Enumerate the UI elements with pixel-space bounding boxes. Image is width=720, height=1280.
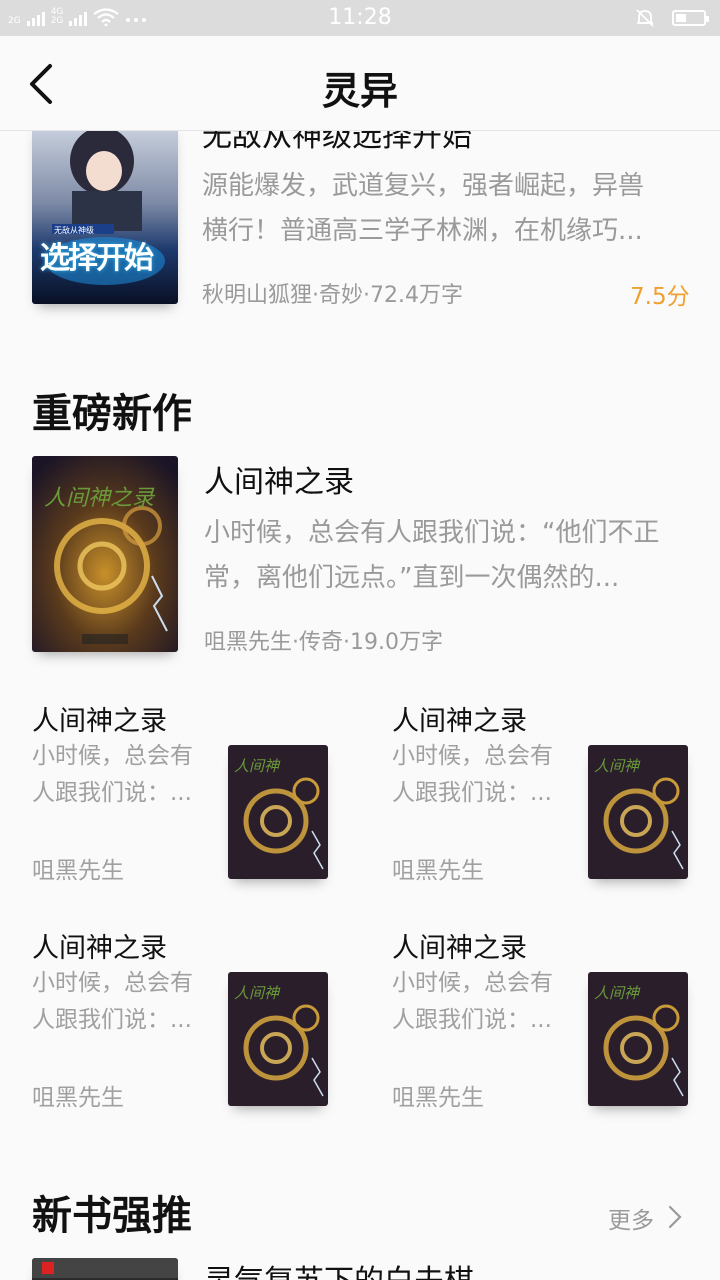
book-title: 无敌从神级选择开始	[202, 131, 472, 154]
book-cover[interactable]: 无敌从神级 选择开始	[32, 131, 178, 304]
featured-book-meta: 咀黑先生·传奇·19.0万字	[204, 630, 443, 655]
grid-book-author: 咀黑先生	[392, 858, 484, 884]
grid-book-desc-line2: 人跟我们说：...	[392, 780, 552, 806]
book-title: 灵气复苏下的白夫棋	[204, 1256, 474, 1280]
cover-art-image	[32, 131, 178, 304]
section-title-new-releases: 重磅新作	[32, 390, 192, 437]
grid-book-title: 人间神之录	[32, 933, 167, 964]
svg-text:人间神: 人间神	[234, 984, 281, 1002]
featured-book-title: 人间神之录	[204, 465, 354, 500]
grid-book-author: 咀黑先生	[32, 1085, 124, 1111]
grid-book-cover[interactable]: 人间神	[588, 745, 688, 879]
cover-art-image: 人间神	[588, 972, 688, 1106]
section-title-new-book-push: 新书强推	[32, 1192, 192, 1239]
grid-book-cover[interactable]: 人间神	[228, 972, 328, 1106]
cover-title: 人间神之录	[44, 486, 155, 511]
page-title: 灵异	[321, 68, 398, 113]
status-bar: 2G 4G 2G 11:28	[0, 0, 720, 36]
grid-book-cover[interactable]: 人间神	[588, 972, 688, 1106]
more-link[interactable]: 更多	[608, 1199, 688, 1235]
featured-desc-line1: 小时候，总会有人跟我们说：“他们不正	[204, 518, 660, 548]
cover-art-image: 人间神	[228, 745, 328, 879]
book-desc-line1: 源能爆发，武道复兴，强者崛起，异兽	[202, 171, 645, 201]
more-label: 更多	[608, 1208, 654, 1234]
cover-art-image: 人间神	[588, 745, 688, 879]
featured-desc-line2: 常，离他们远点。”直到一次偶然的...	[204, 563, 620, 593]
content-area[interactable]: 无敌从神级 选择开始 无敌从神级选择开始 源能爆发，武道复兴，强者崛起，异兽 横…	[0, 131, 720, 1280]
status-time: 11:28	[328, 5, 392, 30]
chevron-right-icon	[668, 1205, 682, 1229]
grid-book-title: 人间神之录	[32, 706, 167, 737]
grid-book-desc-line1: 小时候，总会有	[392, 970, 553, 996]
book-score: 7.5分	[630, 284, 690, 310]
grid-book-desc-line1: 小时候，总会有	[392, 743, 553, 769]
grid-book-author: 咀黑先生	[392, 1085, 484, 1111]
grid-book-desc-line1: 小时候，总会有	[32, 970, 193, 996]
svg-text:人间神: 人间神	[594, 984, 641, 1002]
svg-text:人间神: 人间神	[594, 757, 641, 775]
grid-book-author: 咀黑先生	[32, 858, 124, 884]
cover-title: 选择开始	[40, 241, 154, 276]
grid-book-title: 人间神之录	[392, 706, 527, 737]
book-desc-line2: 横行！普通高三学子林渊，在机缘巧...	[202, 216, 643, 246]
top-navigation-bar: 灵异	[0, 36, 720, 131]
book-meta: 秋明山狐狸·奇妙·72.4万字	[202, 283, 463, 308]
battery-icon	[672, 10, 709, 26]
cover-art-image	[32, 1258, 178, 1280]
svg-text:人间神: 人间神	[234, 757, 281, 775]
mute-bell-icon	[636, 9, 654, 27]
grid-book-desc-line2: 人跟我们说：...	[392, 1007, 552, 1033]
book-cover[interactable]	[32, 1258, 178, 1280]
grid-book-title: 人间神之录	[392, 933, 527, 964]
grid-book-cover[interactable]: 人间神	[228, 745, 328, 879]
featured-book-cover[interactable]: 人间神之录	[32, 456, 178, 652]
cover-art-image: 人间神	[228, 972, 328, 1106]
grid-book-desc-line2: 人跟我们说：...	[32, 1007, 192, 1033]
status-right	[634, 7, 709, 29]
grid-book-desc-line1: 小时候，总会有	[32, 743, 193, 769]
grid-book-desc-line2: 人跟我们说：...	[32, 780, 192, 806]
